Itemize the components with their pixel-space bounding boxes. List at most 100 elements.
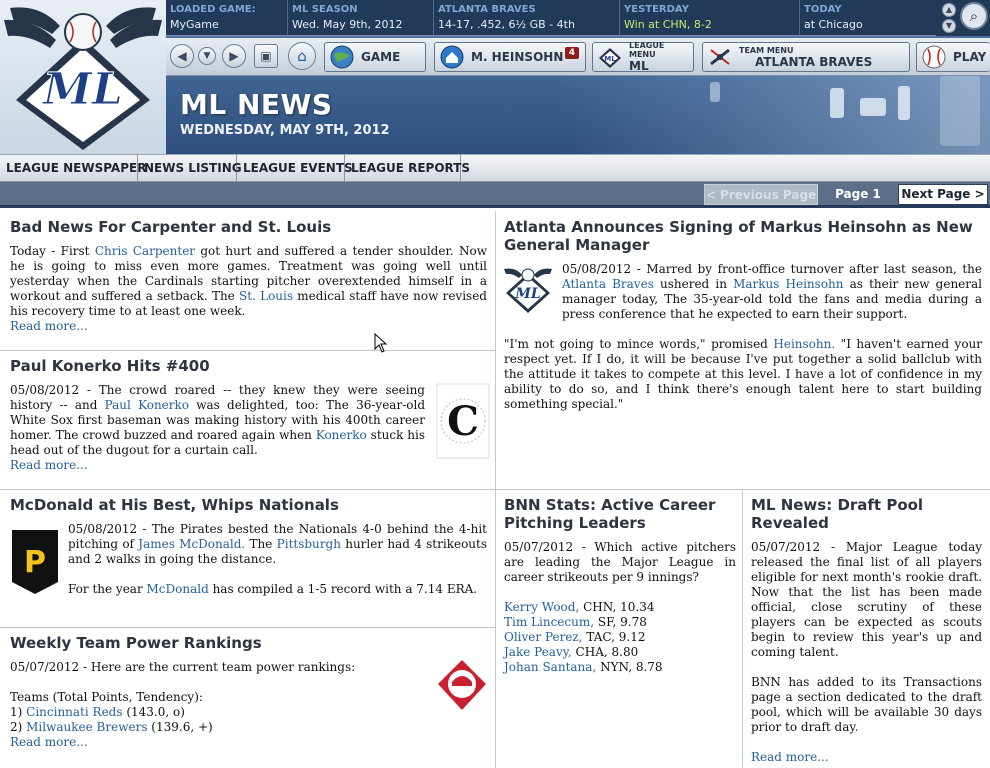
article-bnn-stats: BNN Stats: Active Career Pitching Leader… [496, 490, 743, 768]
previous-page-button[interactable]: < Previous Page [704, 184, 818, 205]
team-link[interactable]: Pittsburgh [277, 537, 341, 551]
manager-button-label: M. HEINSOHN [471, 50, 564, 64]
team-record-label: ATLANTA BRAVES [438, 4, 536, 15]
loaded-game-value: MyGame [170, 18, 219, 31]
article-body: 05/08/2012 - The Pirates bested the Nati… [68, 522, 487, 566]
list-item: Oliver Perez, TAC, 9.12 [504, 630, 646, 644]
ranking-row: 2) Milwaukee Brewers (139.6, +) [10, 720, 213, 734]
scroll-up-icon[interactable]: ▲ [942, 3, 956, 17]
season-cell[interactable]: ML SEASON Wed. May 9th, 2012 [288, 0, 434, 35]
player-link[interactable]: Konerko [316, 428, 367, 442]
player-link[interactable]: Chris Carpenter [95, 244, 195, 258]
season-label: ML SEASON [292, 4, 358, 15]
player-link[interactable]: Jake Peavy, [504, 645, 572, 659]
home-icon [439, 44, 465, 70]
scroll-down-icon[interactable]: ▼ [942, 19, 956, 33]
league-logo-icon: ML [4, 7, 162, 150]
article-body: 05/07/2012 - Major League today released… [751, 540, 982, 659]
game-button[interactable]: GAME [324, 42, 426, 72]
play-button[interactable]: PLAY [916, 42, 990, 72]
article-headline[interactable]: ML News: Draft Pool Revealed [751, 496, 982, 532]
article-intro: 05/07/2012 - Here are the current team p… [10, 660, 356, 674]
team-menu-label: ATLANTA BRAVES [755, 54, 873, 69]
today-label: TODAY [804, 4, 842, 15]
player-link[interactable]: Oliver Perez, [504, 630, 583, 644]
forward-arrow-icon[interactable]: ▶ [222, 44, 246, 68]
page-date: WEDNESDAY, MAY 9TH, 2012 [180, 123, 390, 138]
article-body: Today - First Chris Carpenter got hurt a… [10, 244, 488, 318]
team-link[interactable]: Cincinnati Reds [26, 705, 122, 719]
player-link[interactable]: Markus Heinsohn [733, 277, 843, 291]
season-value: Wed. May 9th, 2012 [292, 18, 403, 31]
league-menu-button[interactable]: ML LEAGUE MENU ML [592, 41, 694, 73]
team-menu-caption: TEAM MENU [739, 45, 794, 55]
article-body: 05/08/2012 - The crowd roared -- they kn… [10, 383, 426, 457]
article-headline[interactable]: BNN Stats: Active Career Pitching Leader… [504, 496, 736, 532]
read-more-link[interactable]: Read more... [751, 750, 982, 765]
search-icon[interactable]: ⌕ [960, 2, 988, 30]
league-menu-label: ML [629, 59, 649, 73]
next-page-button[interactable]: Next Page > [898, 184, 988, 205]
header-stadium-photo [560, 76, 990, 154]
status-info-bar: LOADED GAME: MyGame ML SEASON Wed. May 9… [166, 0, 936, 36]
read-more-link[interactable]: Read more... [10, 735, 487, 750]
back-arrow-icon[interactable]: ◀ [170, 44, 194, 68]
article-body-2: For the year McDonald has compiled a 1-5… [68, 582, 478, 596]
bookmark-icon[interactable]: ▣ [254, 44, 278, 68]
tab-league-newspaper[interactable]: LEAGUE NEWSPAPER [0, 155, 146, 182]
yesterday-label: YESTERDAY [624, 4, 689, 15]
team-record-cell[interactable]: ATLANTA BRAVES 14-17, .452, 6½ GB - 4th [434, 0, 620, 35]
page-title: ML NEWS [180, 88, 333, 121]
current-page-label: Page 1 [835, 187, 881, 201]
pirates-logo-icon: P [8, 526, 62, 601]
player-link[interactable]: McDonald [147, 582, 209, 596]
team-link[interactable]: Milwaukee Brewers [26, 720, 147, 734]
manager-button[interactable]: M. HEINSOHN 4 [434, 42, 586, 72]
app-header: ML LOADED GAME: MyGame ML SEASON Wed. Ma… [0, 0, 990, 154]
news-tabs: LEAGUE NEWSPAPER NEWS LISTING LEAGUE EVE… [0, 154, 990, 182]
svg-text:ML: ML [41, 64, 123, 115]
article-carpenter: Bad News For Carpenter and St. Louis Tod… [0, 211, 496, 351]
article-headline[interactable]: Bad News For Carpenter and St. Louis [10, 218, 487, 236]
svg-text:ML: ML [604, 55, 616, 63]
home-icon[interactable]: ⌂ [288, 42, 316, 70]
league-logo[interactable]: ML [0, 0, 166, 154]
article-headline[interactable]: Weekly Team Power Rankings [10, 634, 487, 652]
svg-text:C: C [447, 398, 479, 445]
tab-league-reports[interactable]: LEAGUE REPORTS [345, 155, 470, 182]
list-item: Johan Santana, NYN, 8.78 [504, 660, 663, 674]
player-link[interactable]: James McDonald. [138, 537, 245, 551]
tab-league-events[interactable]: LEAGUE EVENTS [237, 155, 353, 182]
article-headline[interactable]: McDonald at His Best, Whips Nationals [10, 496, 487, 514]
article-konerko: Paul Konerko Hits #400 05/08/2012 - The … [0, 351, 496, 490]
list-item: Kerry Wood, CHN, 10.34 [504, 600, 655, 614]
team-link[interactable]: Atlanta Braves [562, 277, 654, 291]
loaded-game-cell[interactable]: LOADED GAME: MyGame [166, 0, 288, 35]
league-logo-icon: ML [502, 263, 554, 318]
player-link[interactable]: Kerry Wood, [504, 600, 579, 614]
dropdown-arrow-icon[interactable]: ▼ [198, 47, 216, 65]
team-menu-button[interactable]: TEAM MENU ATLANTA BRAVES [702, 42, 910, 72]
player-link[interactable]: Tim Lincecum, [504, 615, 594, 629]
read-more-link[interactable]: Read more... [10, 319, 487, 334]
rankings-header: Teams (Total Points, Tendency): [10, 690, 203, 704]
article-heinsohn: Atlanta Announces Signing of Markus Hein… [496, 211, 990, 490]
list-item: Jake Peavy, CHA, 8.80 [504, 645, 639, 659]
player-link[interactable]: Johan Santana, [504, 660, 596, 674]
article-intro: 05/07/2012 - Which active pitchers are l… [504, 540, 736, 584]
white-sox-logo-icon: C [436, 383, 490, 462]
team-link[interactable]: St. Louis [239, 289, 293, 303]
article-headline[interactable]: Paul Konerko Hits #400 [10, 357, 487, 375]
player-link[interactable]: Paul Konerko [105, 398, 189, 412]
read-more-link[interactable]: Read more... [10, 458, 487, 473]
tab-news-listing[interactable]: NEWS LISTING [138, 155, 242, 182]
article-headline[interactable]: Atlanta Announces Signing of Markus Hein… [504, 218, 982, 254]
yesterday-value: Win at CHN, 8-2 [624, 18, 712, 31]
player-link[interactable]: Heinsohn. [773, 337, 835, 351]
article-quote: "I'm not going to mince words," promised… [504, 337, 983, 411]
today-cell[interactable]: TODAY at Chicago [800, 0, 936, 35]
list-item: Tim Lincecum, SF, 9.78 [504, 615, 647, 629]
article-body: 05/08/2012 - Marred by front-office turn… [562, 262, 982, 321]
yesterday-cell[interactable]: YESTERDAY Win at CHN, 8-2 [620, 0, 800, 35]
leaders-list: Kerry Wood, CHN, 10.34 Tim Lincecum, SF,… [504, 600, 736, 675]
